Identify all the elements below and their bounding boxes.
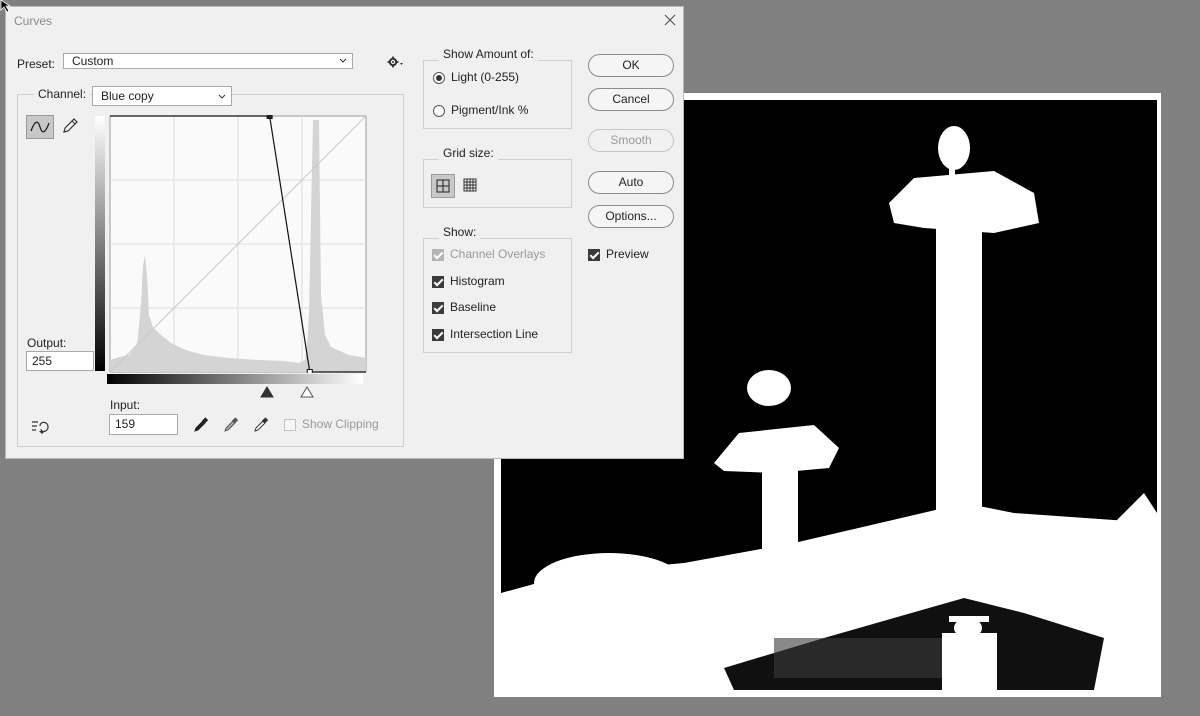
smooth-button[interactable]: Smooth bbox=[588, 129, 674, 152]
black-eyedropper-icon[interactable] bbox=[192, 416, 210, 434]
auto-button[interactable]: Auto bbox=[588, 171, 674, 194]
preview-checkbox[interactable] bbox=[588, 249, 600, 261]
simple-grid-icon bbox=[436, 179, 450, 193]
close-icon[interactable] bbox=[662, 12, 678, 28]
output-label: Output: bbox=[27, 336, 67, 350]
channel-overlays-checkbox[interactable] bbox=[432, 249, 444, 261]
gray-eyedropper-icon[interactable] bbox=[222, 416, 240, 434]
dialog-title: Curves bbox=[14, 14, 53, 28]
grid-size-title: Grid size: bbox=[439, 146, 498, 160]
preset-value: Custom bbox=[72, 54, 114, 68]
input-gradient-bar bbox=[107, 374, 363, 384]
output-gradient-bar bbox=[95, 116, 105, 371]
simple-grid-button[interactable] bbox=[431, 174, 455, 198]
white-eyedropper-icon[interactable] bbox=[252, 416, 270, 434]
chevron-down-icon bbox=[339, 58, 347, 63]
chevron-down-icon bbox=[218, 94, 226, 99]
pencil-icon bbox=[63, 118, 78, 133]
channel-select[interactable]: Blue copy bbox=[92, 86, 232, 106]
curve-point-white[interactable] bbox=[306, 369, 313, 374]
histogram-checkbox[interactable] bbox=[432, 276, 444, 288]
channel-overlays-label: Channel Overlays bbox=[450, 247, 546, 261]
preset-select[interactable]: Custom bbox=[63, 53, 353, 69]
light-radio-label: Light (0-255) bbox=[451, 70, 520, 84]
baseline-label: Baseline bbox=[450, 300, 497, 314]
ok-button[interactable]: OK bbox=[588, 54, 674, 77]
curve-point-tool-button[interactable] bbox=[26, 115, 54, 139]
light-radio[interactable] bbox=[433, 72, 445, 84]
curve-icon bbox=[30, 121, 50, 133]
detailed-grid-icon bbox=[463, 178, 477, 192]
curves-dialog: Curves Preset: Custom Channel: Blue copy bbox=[5, 6, 684, 459]
curve-graph[interactable] bbox=[109, 115, 367, 373]
input-label: Input: bbox=[110, 398, 141, 412]
gear-icon[interactable] bbox=[386, 55, 404, 69]
pigment-radio-label: Pigment/Ink % bbox=[451, 103, 529, 117]
intersection-line-label: Intersection Line bbox=[450, 327, 539, 341]
curve-point-black[interactable] bbox=[266, 115, 273, 119]
on-image-adjustment-icon[interactable] bbox=[30, 418, 52, 436]
pencil-tool-button[interactable] bbox=[56, 115, 84, 139]
input-field[interactable]: 159 bbox=[109, 414, 178, 435]
show-amount-title: Show Amount of: bbox=[439, 47, 538, 61]
show-title: Show: bbox=[439, 225, 481, 239]
white-point-slider[interactable] bbox=[299, 386, 314, 398]
baseline-checkbox[interactable] bbox=[432, 302, 444, 314]
histogram-label: Histogram bbox=[450, 274, 505, 288]
show-clipping-checkbox[interactable] bbox=[284, 419, 296, 431]
preview-label: Preview bbox=[606, 247, 649, 261]
black-point-slider[interactable] bbox=[259, 386, 274, 398]
pigment-radio[interactable] bbox=[433, 105, 445, 117]
channel-value: Blue copy bbox=[101, 89, 154, 103]
channel-label: Channel: bbox=[34, 87, 91, 101]
cursor-arrow-icon bbox=[0, 0, 12, 13]
options-button[interactable]: Options... bbox=[588, 205, 674, 228]
preset-label: Preset: bbox=[17, 57, 56, 71]
output-field[interactable]: 255 bbox=[26, 351, 94, 371]
show-clipping-label: Show Clipping bbox=[302, 417, 379, 431]
intersection-line-checkbox[interactable] bbox=[432, 329, 444, 341]
cancel-button[interactable]: Cancel bbox=[588, 88, 674, 111]
detailed-grid-button[interactable] bbox=[459, 174, 483, 198]
